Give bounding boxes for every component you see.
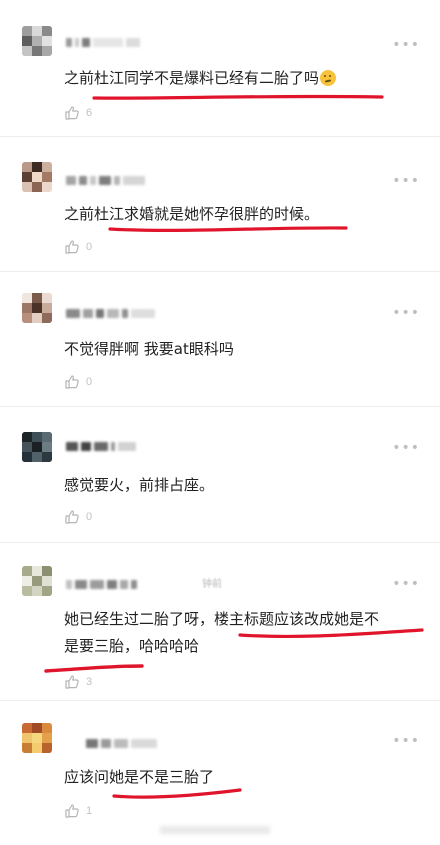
comment-item: ••• 感觉要火，前排占座。 0 xyxy=(0,406,440,543)
thumbs-up-icon xyxy=(65,675,79,689)
more-options-button[interactable]: ••• xyxy=(392,174,420,188)
like-button[interactable]: 0 xyxy=(64,372,92,392)
more-options-button[interactable]: ••• xyxy=(392,306,420,320)
comment-text: 之前杜江同学不是爆料已经有二胎了吗 xyxy=(64,66,424,90)
comment-text: 感觉要火，前排占座。 xyxy=(64,476,215,494)
watermark-blur xyxy=(160,826,270,834)
username-blurred[interactable] xyxy=(66,174,145,186)
username-blurred[interactable] xyxy=(86,737,157,749)
avatar[interactable] xyxy=(22,26,52,56)
timestamp: 钟前 xyxy=(202,579,222,590)
like-count: 0 xyxy=(86,511,93,523)
thumbs-up-icon xyxy=(65,510,79,524)
comment-item: ••• 之前杜江同学不是爆料已经有二胎了吗 6 xyxy=(0,0,440,137)
avatar[interactable] xyxy=(22,566,52,596)
like-count: 0 xyxy=(86,376,93,388)
comment-item: ••• 不觉得胖啊 我要at眼科吗 0 xyxy=(0,271,440,407)
more-options-button[interactable]: ••• xyxy=(392,577,420,591)
avatar[interactable] xyxy=(22,432,52,462)
comment-feed: ••• 之前杜江同学不是爆料已经有二胎了吗 6 ••• 之前杜江求婚就是她怀孕很… xyxy=(0,0,440,845)
comment-item: ••• 之前杜江求婚就是她怀孕很胖的时候。 0 xyxy=(0,136,440,272)
like-count: 1 xyxy=(86,805,93,817)
like-button[interactable]: 1 xyxy=(64,801,92,821)
like-count: 3 xyxy=(86,676,93,688)
thumbs-up-icon xyxy=(65,106,79,120)
comment-item: 钟前 ••• 她已经生过二胎了呀，楼主标题应该改成她是不 是要三胎，哈哈哈哈 3 xyxy=(0,542,440,701)
like-count: 0 xyxy=(86,241,93,253)
thumbs-up-icon xyxy=(65,804,79,818)
avatar[interactable] xyxy=(22,723,52,753)
username-blurred[interactable] xyxy=(66,440,136,452)
like-count: 6 xyxy=(86,107,93,119)
comment-item: ••• 应该问她是不是三胎了 1 xyxy=(0,700,440,845)
thumbs-up-icon xyxy=(65,375,79,389)
more-options-button[interactable]: ••• xyxy=(392,734,420,748)
more-options-button[interactable]: ••• xyxy=(392,441,420,455)
avatar[interactable] xyxy=(22,162,52,192)
comment-text: 应该问她是不是三胎了 xyxy=(64,768,215,786)
like-button[interactable]: 0 xyxy=(64,507,92,527)
comment-text: 她已经生过二胎了呀，楼主标题应该改成她是不 是要三胎，哈哈哈哈 xyxy=(64,610,380,655)
like-button[interactable]: 3 xyxy=(64,672,92,692)
username-blurred[interactable] xyxy=(66,36,140,48)
like-button[interactable]: 0 xyxy=(64,237,92,257)
like-button[interactable]: 6 xyxy=(64,103,92,123)
username-blurred[interactable] xyxy=(66,307,155,319)
more-options-button[interactable]: ••• xyxy=(392,38,420,52)
username-blurred[interactable] xyxy=(66,578,137,590)
avatar[interactable] xyxy=(22,293,52,323)
thumbs-up-icon xyxy=(65,240,79,254)
comment-text: 不觉得胖啊 我要at眼科吗 xyxy=(64,340,234,358)
comment-text: 之前杜江求婚就是她怀孕很胖的时候。 xyxy=(64,205,320,223)
thinking-face-icon xyxy=(320,70,337,86)
